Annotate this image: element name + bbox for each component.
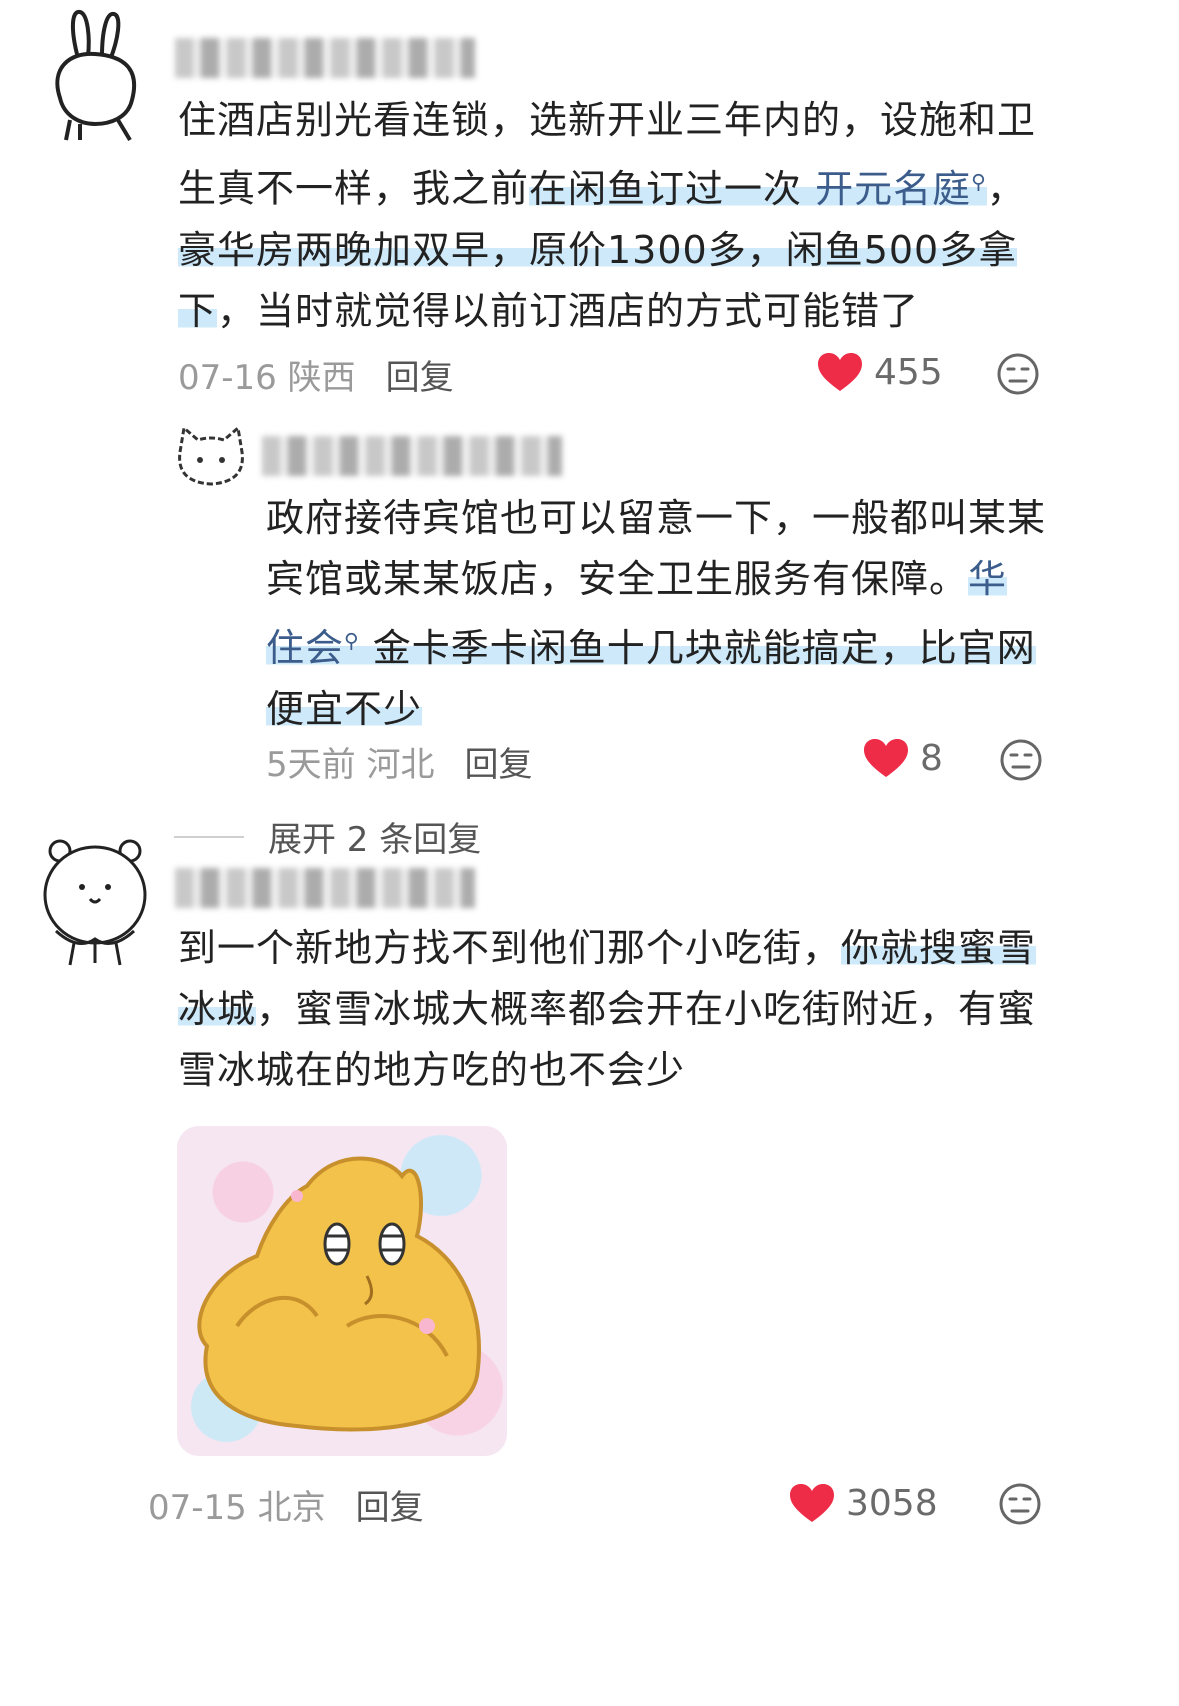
- bear-avatar[interactable]: [38, 835, 153, 970]
- comment-meta: 07-16 陕西 回复: [178, 350, 454, 399]
- divider-line: [174, 835, 244, 838]
- reply-button[interactable]: 回复: [386, 350, 454, 399]
- heart-icon: [818, 352, 862, 391]
- comment-meta: 07-15 北京 回复: [148, 1480, 424, 1529]
- heart-icon: [864, 738, 908, 777]
- search-icon: ⚲: [344, 628, 360, 652]
- username-blurred[interactable]: [175, 38, 475, 78]
- cat-avatar[interactable]: [172, 422, 250, 490]
- like-button[interactable]: 3058: [790, 1483, 938, 1524]
- comment-text: 到一个新地方找不到他们那个小吃街，你就搜蜜雪冰城，蜜雪冰城大概率都会开在小吃街附…: [178, 926, 1037, 1092]
- username-blurred[interactable]: [175, 868, 475, 908]
- reply-meta: 5天前 河北 回复: [266, 737, 532, 786]
- dislike-face-icon[interactable]: [999, 738, 1043, 782]
- bunny-avatar[interactable]: [40, 8, 150, 143]
- like-button[interactable]: 455: [818, 352, 943, 393]
- muscle-blob-sticker: [197, 1156, 481, 1432]
- reply-button[interactable]: 回复: [356, 1480, 424, 1529]
- sticker-image[interactable]: [177, 1126, 507, 1456]
- heart-icon: [790, 1483, 834, 1522]
- username-blurred[interactable]: [262, 436, 562, 476]
- search-icon: ⚲: [971, 169, 987, 193]
- like-count: 455: [874, 352, 943, 393]
- comment-date: 07-16 陕西: [178, 358, 356, 398]
- like-count: 8: [920, 738, 943, 779]
- reply-button[interactable]: 回复: [464, 737, 532, 786]
- comment-text: 住酒店别光看连锁，选新开业三年内的，设施和卫生真不一样，我之前在闲鱼订过一次 开…: [178, 98, 1037, 333]
- like-button[interactable]: 8: [864, 738, 943, 779]
- reply-text: 政府接待宾馆也可以留意一下，一般都叫某某宾馆或某某饭店，安全卫生服务有保障。华住…: [266, 496, 1047, 731]
- expand-replies-button[interactable]: 展开 2 条回复: [174, 812, 481, 861]
- reply-date: 5天前 河北: [266, 745, 435, 785]
- dislike-face-icon[interactable]: [996, 352, 1040, 396]
- comment-date: 07-15 北京: [148, 1488, 326, 1528]
- topic-link-kaiyuan[interactable]: 开元名庭⚲: [815, 166, 987, 211]
- dislike-face-icon[interactable]: [998, 1482, 1042, 1526]
- like-count: 3058: [846, 1483, 938, 1524]
